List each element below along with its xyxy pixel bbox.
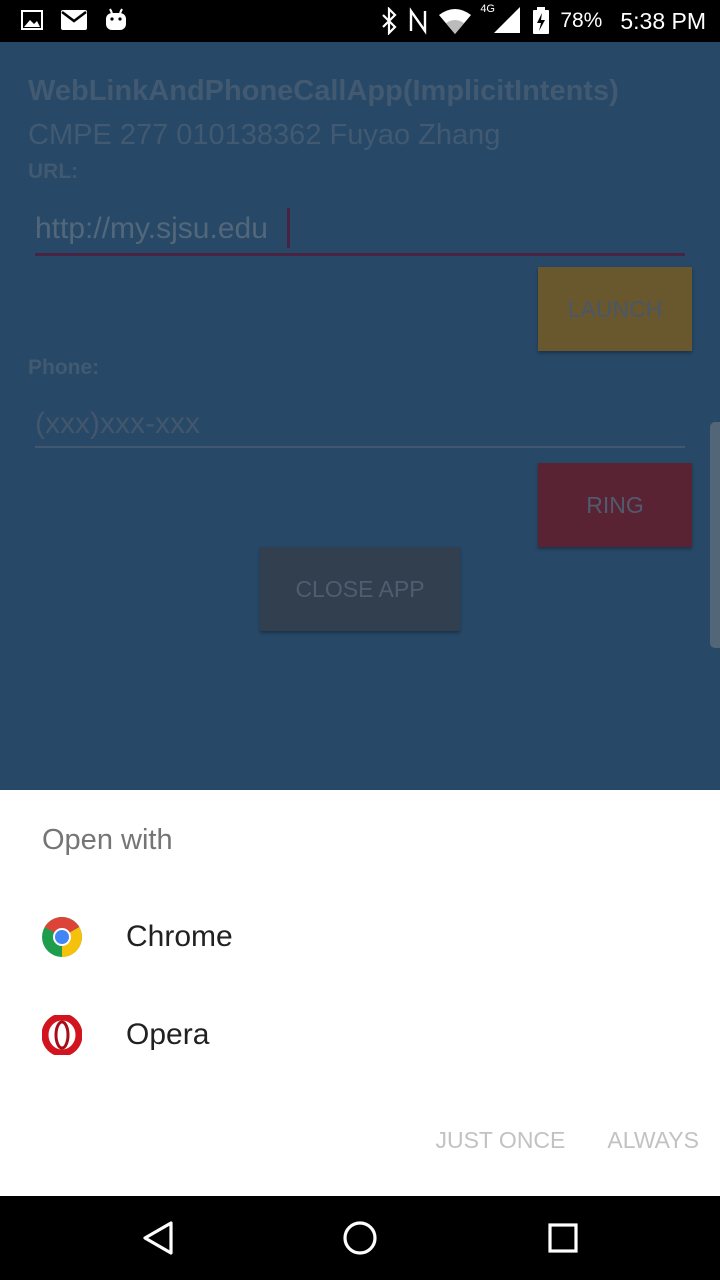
navigation-bar — [0, 1196, 720, 1280]
always-button[interactable]: ALWAYS — [586, 1110, 720, 1170]
close-app-button[interactable]: CLOSE APP — [260, 547, 460, 631]
phone-input[interactable] — [35, 402, 685, 448]
app-subtitle: CMPE 277 010138362 Fuyao Zhang — [28, 119, 501, 151]
sheet-actions: JUST ONCE ALWAYS — [414, 1110, 720, 1170]
bluetooth-icon — [380, 7, 398, 35]
ring-button[interactable]: RING — [538, 463, 692, 547]
battery-percent: 78% — [560, 9, 603, 32]
mail-icon — [60, 9, 88, 31]
image-icon — [20, 8, 44, 32]
system-status-icons: 4G 78% 5:38 PM — [380, 3, 706, 38]
back-icon[interactable] — [133, 1213, 183, 1263]
edge-panel-handle[interactable] — [710, 422, 720, 648]
chrome-icon — [42, 917, 82, 957]
home-icon[interactable] — [335, 1213, 385, 1263]
app-option-chrome[interactable]: Chrome — [0, 888, 720, 986]
sheet-title: Open with — [42, 824, 173, 856]
status-bar: 4G 78% 5:38 PM — [0, 0, 720, 42]
url-label: URL: — [28, 160, 79, 183]
opera-icon — [41, 1013, 83, 1057]
launch-button[interactable]: LAUNCH — [538, 267, 692, 351]
open-with-sheet: Open with Chrome Opera JUST ONCE ALWAYS — [0, 790, 720, 1196]
app-option-opera[interactable]: Opera — [0, 986, 720, 1084]
url-input[interactable] — [35, 204, 685, 256]
app-title: WebLinkAndPhoneCallApp(ImplicitIntents) — [28, 75, 619, 107]
clock: 5:38 PM — [620, 7, 706, 34]
notification-icons — [20, 7, 128, 33]
text-cursor — [287, 208, 290, 248]
battery-icon — [532, 7, 550, 35]
recents-icon[interactable] — [538, 1213, 588, 1263]
network-type-label: 4G — [480, 3, 495, 15]
app-screen: WebLinkAndPhoneCallApp(ImplicitIntents) … — [0, 42, 720, 790]
phone-label: Phone: — [28, 356, 100, 379]
wifi-icon — [438, 7, 472, 35]
nfc-icon — [408, 7, 428, 35]
android-icon — [104, 7, 128, 33]
just-once-button[interactable]: JUST ONCE — [414, 1110, 586, 1170]
app-option-label: Chrome — [126, 920, 233, 953]
signal-icon: 4G — [480, 3, 522, 35]
app-option-label: Opera — [126, 1018, 210, 1051]
